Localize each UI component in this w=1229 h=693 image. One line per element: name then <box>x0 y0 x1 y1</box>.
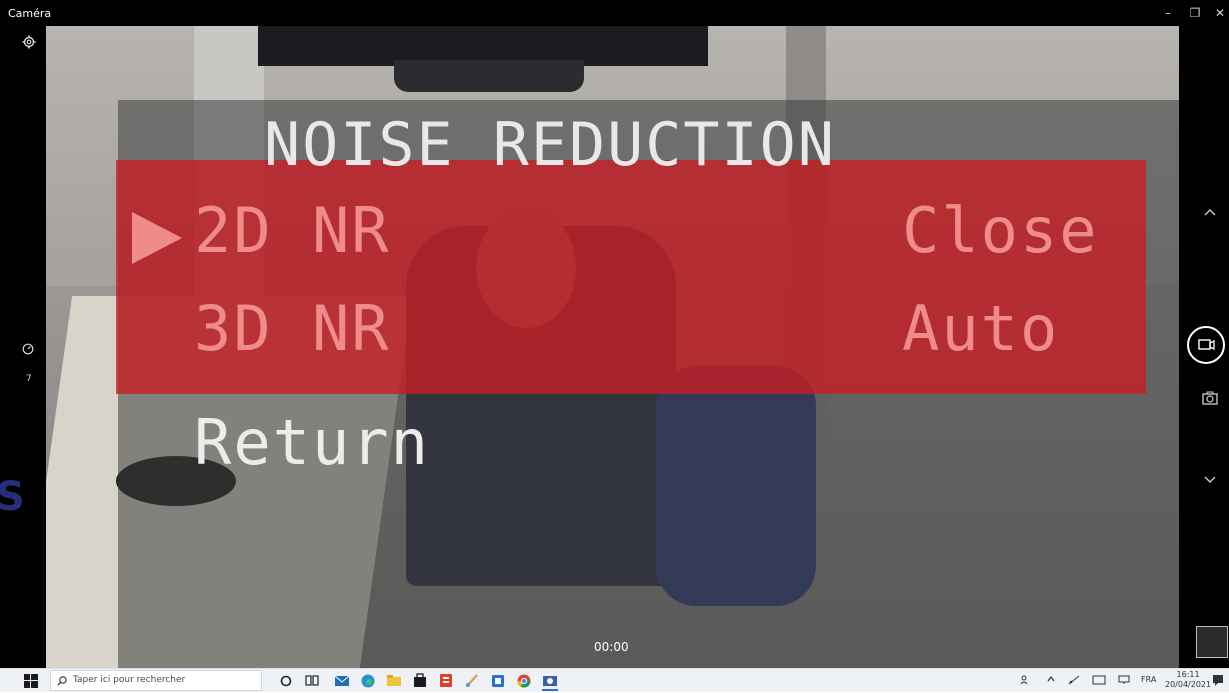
taskbar-clock[interactable]: 16:11 20/04/2021 <box>1165 670 1211 690</box>
osd-value-3d-nr: Auto <box>902 292 1060 365</box>
side-glyph: S <box>0 474 25 520</box>
file-explorer-icon[interactable] <box>386 672 402 689</box>
clock-date: 20/04/2021 <box>1165 680 1212 689</box>
mail-icon[interactable] <box>334 672 350 689</box>
calendar-icon[interactable] <box>490 672 506 689</box>
notification-icon[interactable] <box>1212 674 1224 688</box>
osd-item-3d-nr[interactable]: 3D NR <box>194 292 391 365</box>
recording-timer: 00:00 <box>594 640 629 654</box>
paint-icon[interactable] <box>464 672 480 689</box>
office-icon[interactable] <box>438 672 454 689</box>
osd-item-return[interactable]: Return <box>194 406 430 479</box>
osd-item-2d-nr[interactable]: 2D NR <box>194 194 391 267</box>
last-capture-thumbnail[interactable] <box>1196 626 1228 658</box>
left-rail: 7 <box>0 26 46 668</box>
close-button[interactable]: ✕ <box>1209 4 1229 22</box>
cortana-icon[interactable] <box>278 672 294 689</box>
selection-arrow-icon <box>132 212 182 264</box>
osd-value-2d-nr: Close <box>902 194 1099 267</box>
language-indicator[interactable]: FRA <box>1141 675 1156 684</box>
title-bar: Caméra – ❐ ✕ <box>0 0 1229 26</box>
chevron-down-icon[interactable] <box>1195 470 1225 489</box>
task-view-icon[interactable] <box>304 672 320 689</box>
camera-viewfinder[interactable]: NOISE REDUCTION 2D NR Close 3D NR Auto R… <box>46 26 1179 668</box>
windows-start-icon[interactable] <box>24 674 38 688</box>
search-icon <box>57 676 67 686</box>
camera-app-icon[interactable] <box>542 672 558 691</box>
taskbar-search[interactable]: Taper ici pour rechercher <box>50 670 262 691</box>
camera-icon-svg <box>1202 391 1218 405</box>
chevron-up-icon[interactable] <box>1195 202 1225 221</box>
people-icon[interactable] <box>1020 675 1032 687</box>
chevron-down-svg <box>1204 476 1216 483</box>
gear-icon-svg <box>22 35 36 49</box>
video-mode-button[interactable] <box>1187 326 1225 364</box>
edge-icon[interactable] <box>360 672 376 689</box>
store-icon[interactable] <box>412 672 428 689</box>
maximize-button[interactable]: ❐ <box>1184 4 1206 22</box>
osd-title: NOISE REDUCTION <box>264 110 836 180</box>
display-icon[interactable] <box>1118 675 1130 687</box>
timer-icon[interactable] <box>22 340 42 360</box>
windows-taskbar: Taper ici pour rechercher FRA 16:11 20/0… <box>0 668 1229 692</box>
chrome-icon[interactable] <box>516 672 532 689</box>
app-title: Caméra <box>8 7 52 20</box>
timer-count: 7 <box>26 374 32 384</box>
chevron-up-svg <box>1204 209 1216 216</box>
camera-app-window: Caméra – ❐ ✕ 7 NOISE REDUCTION 2D NR Clo… <box>0 0 1229 668</box>
wall-camera-bar <box>394 60 584 92</box>
camera-icon[interactable] <box>1195 390 1225 409</box>
network-icon[interactable] <box>1068 675 1080 687</box>
clock-time: 16:11 <box>1176 670 1200 679</box>
minimize-button[interactable]: – <box>1157 4 1179 22</box>
video-camera-icon <box>1198 339 1215 351</box>
search-placeholder: Taper ici pour rechercher <box>73 675 186 685</box>
chevron-up-icon-tray[interactable] <box>1046 675 1056 685</box>
gear-icon[interactable] <box>22 34 42 54</box>
keyboard-icon[interactable] <box>1092 675 1106 687</box>
timer-icon-svg <box>22 343 34 355</box>
right-rail <box>1179 26 1229 668</box>
